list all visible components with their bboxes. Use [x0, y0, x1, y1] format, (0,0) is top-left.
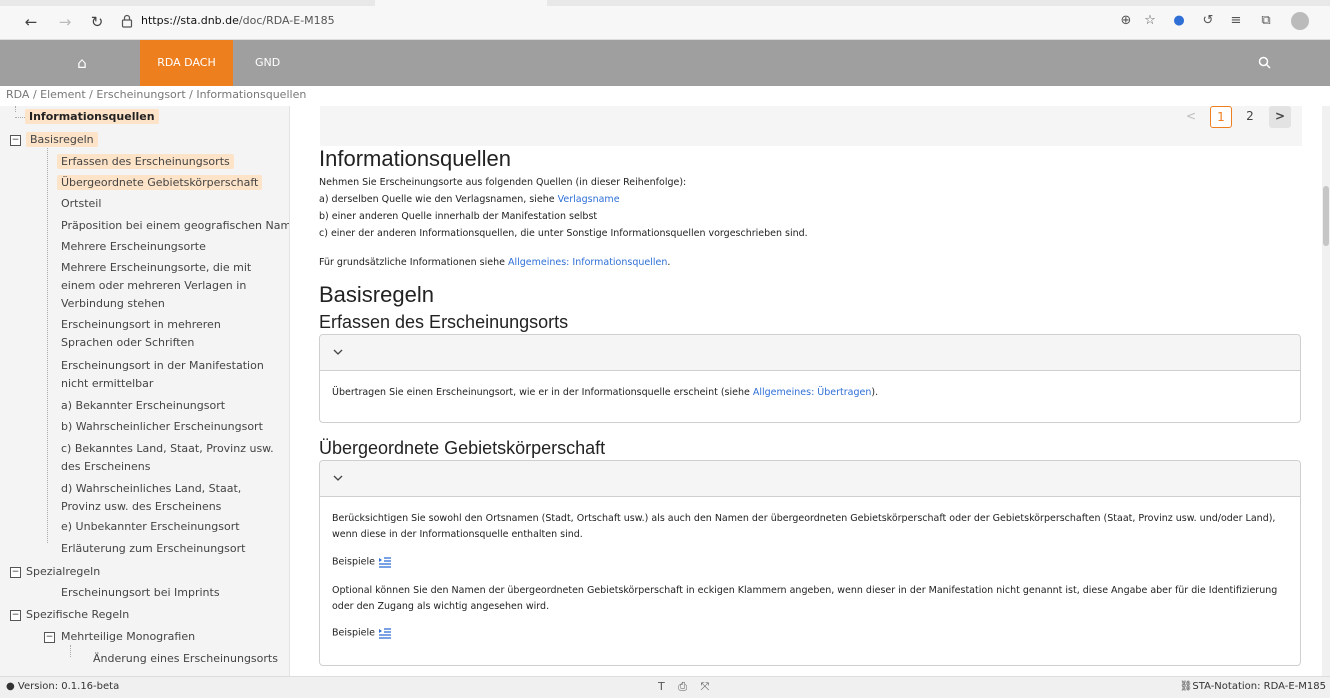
scrollbar-thumb[interactable] — [1323, 186, 1329, 246]
collapse-toggle-icon[interactable]: − — [10, 610, 21, 621]
erfassen-panel: Übertragen Sie einen Erscheinungsort, wi… — [319, 334, 1301, 423]
tree-line — [70, 645, 71, 657]
lock-icon — [121, 14, 133, 28]
collapse-toggle-icon[interactable]: − — [10, 567, 21, 578]
intro-text: Nehmen Sie Erscheinungsorte aus folgende… — [319, 177, 687, 188]
source-line-c: c) einer der anderen Informationsquellen… — [319, 228, 808, 239]
tree-line — [47, 148, 48, 543]
erfassen-heading: Erfassen des Erscheinungsorts — [319, 312, 569, 332]
back-icon[interactable]: ← — [22, 13, 40, 31]
sidebar-item-sprachen[interactable]: Erscheinungsort in mehreren Sprachen ode… — [61, 316, 276, 352]
uebergeordnete-heading: Übergeordnete Gebietskörperschaft — [319, 438, 606, 458]
basisregeln-heading: Basisregeln — [319, 282, 434, 307]
sidebar-item-mehrere[interactable]: Mehrere Erscheinungsorte — [61, 237, 206, 257]
sidebar-item-nicht-ermittelbar[interactable]: Erscheinungsort in der Manifestation nic… — [61, 357, 276, 393]
sidebar-item-unbekannter[interactable]: e) Unbekannter Erscheinungsort — [61, 517, 240, 537]
chevron-down-icon[interactable] — [332, 346, 344, 358]
forward-icon[interactable]: → — [56, 13, 74, 31]
sidebar-item-wahrscheinlicher[interactable]: b) Wahrscheinlicher Erscheinungsort — [61, 417, 263, 437]
collapse-toggle-icon[interactable]: − — [10, 135, 21, 146]
link-icon: ⛓ — [1179, 681, 1193, 692]
erfassen-text: Übertragen Sie einen Erscheinungsort, wi… — [332, 387, 879, 398]
zoom-icon[interactable]: ⊕ — [1117, 12, 1135, 30]
refresh-extension-icon[interactable]: ↺ — [1199, 12, 1217, 30]
reload-icon[interactable]: ↻ — [88, 13, 106, 31]
status-tools: T ⎙ ⤧ — [658, 680, 719, 694]
sidebar-item-spezifische-regeln[interactable]: Spezifische Regeln — [26, 605, 129, 625]
sidebar-item-bekanntes-land[interactable]: c) Bekanntes Land, Staat, Provinz usw. d… — [61, 440, 276, 476]
pager-page-1[interactable]: 1 — [1210, 106, 1232, 128]
general-info: Für grundsätzliche Informationen siehe A… — [319, 257, 671, 268]
uebergeordnete-text-2: Optional können Sie den Namen der überge… — [332, 585, 1278, 612]
sidebar-item-basisregeln[interactable]: Basisregeln — [26, 130, 98, 150]
url-path: /doc/RDA-E-M185 — [238, 14, 335, 27]
uebergeordnete-panel: Berücksichtigen Sie sowohl den Ortsnamen… — [319, 460, 1301, 666]
sidebar-item-spezialregeln[interactable]: Spezialregeln — [26, 562, 100, 582]
favorites-list-icon[interactable]: ≡ — [1227, 12, 1245, 30]
source-line-b: b) einer anderen Quelle innerhalb der Ma… — [319, 211, 598, 222]
sidebar-item-mehrteilige[interactable]: Mehrteilige Monografien — [61, 627, 195, 647]
print-icon[interactable]: ⎙ — [678, 680, 687, 693]
list-indent-icon[interactable] — [378, 627, 392, 639]
fullscreen-icon[interactable]: ⤧ — [701, 680, 710, 693]
sidebar-item-uebergeordnete[interactable]: Übergeordnete Gebietskörperschaft — [57, 173, 263, 193]
tree-line — [15, 106, 16, 112]
address-bar[interactable]: https://sta.dnb.de/doc/RDA-E-M185 — [141, 14, 335, 27]
list-indent-icon[interactable] — [378, 556, 392, 568]
sidebar-item-mehrere-verlagen[interactable]: Mehrere Erscheinungsorte, die mit einem … — [61, 259, 276, 313]
sidebar-item-erfassen[interactable]: Erfassen des Erscheinungsorts — [57, 152, 234, 172]
sidebar-item-ortsteil[interactable]: Ortsteil — [61, 194, 101, 214]
sidebar-item-erlaeuterung[interactable]: Erläuterung zum Erscheinungsort — [61, 539, 245, 559]
version-info[interactable]: ● Version: 0.1.16-beta — [6, 681, 119, 692]
uebergeordnete-text-1: Berücksichtigen Sie sowohl den Ortsnamen… — [332, 513, 1276, 540]
nav-rda-dach[interactable]: RDA DACH — [140, 40, 233, 86]
beispiele-toggle[interactable]: Beispiele — [332, 627, 392, 639]
breadcrumb[interactable]: RDA / Element / Erscheinungsort / Inform… — [6, 88, 306, 101]
pager-prev-button[interactable]: < — [1180, 106, 1202, 128]
font-size-icon[interactable]: T — [658, 680, 665, 693]
favorite-icon[interactable]: ☆ — [1141, 12, 1159, 30]
active-tab[interactable] — [375, 0, 547, 6]
collections-icon[interactable]: ⧉ — [1257, 12, 1275, 30]
url-domain: https://sta.dnb.de — [141, 14, 239, 27]
sidebar-tree: Informationsquellen − Basisregeln Erfass… — [0, 106, 290, 676]
profile-avatar-icon[interactable] — [1291, 12, 1309, 30]
tab-strip — [0, 0, 1330, 6]
home-icon[interactable]: ⌂ — [67, 40, 97, 86]
tree-line — [15, 117, 25, 118]
allgemeines-uebertragen-link[interactable]: Allgemeines: Übertragen — [753, 387, 872, 398]
search-icon[interactable] — [1256, 54, 1274, 72]
panel-header[interactable] — [320, 461, 1300, 497]
source-line-a: a) derselben Quelle wie den Verlagsnamen… — [319, 194, 620, 205]
main-content: < 1 2 > Informationsquellen Nehmen Sie E… — [290, 106, 1330, 676]
page-scrollbar[interactable] — [1322, 106, 1330, 676]
verlagsname-link[interactable]: Verlagsname — [558, 194, 620, 205]
github-icon: ● — [6, 681, 15, 692]
chevron-down-icon[interactable] — [332, 472, 344, 484]
pager-next-button[interactable]: > — [1269, 106, 1291, 128]
sidebar-item-imprints[interactable]: Erscheinungsort bei Imprints — [61, 583, 220, 603]
site-header: ⌂ RDA DACH GND — [0, 40, 1330, 86]
page-title: Informationsquellen — [319, 146, 512, 171]
sidebar-item-bekannter[interactable]: a) Bekannter Erscheinungsort — [61, 396, 225, 416]
status-bar: ● Version: 0.1.16-beta T ⎙ ⤧ ⛓STA-Notati… — [0, 676, 1330, 698]
browser-toolbar: ← → ↻ https://sta.dnb.de/doc/RDA-E-M185 … — [0, 0, 1330, 40]
sidebar-item-informationsquellen[interactable]: Informationsquellen — [25, 107, 159, 127]
allgemeines-informationsquellen-link[interactable]: Allgemeines: Informationsquellen — [508, 257, 667, 268]
sidebar-item-aenderung[interactable]: Änderung eines Erscheinungsorts — [93, 649, 278, 669]
sidebar-item-praeposition[interactable]: Präposition bei einem geografischen Name… — [61, 216, 289, 236]
pager-bar: < 1 2 > — [320, 106, 1302, 146]
collapse-toggle-icon[interactable]: − — [44, 632, 55, 643]
pager-page-2[interactable]: 2 — [1239, 106, 1261, 128]
beispiele-toggle[interactable]: Beispiele — [332, 556, 392, 568]
sidebar-item-wahrscheinliches-land[interactable]: d) Wahrscheinliches Land, Staat, Provinz… — [61, 480, 281, 516]
extension-icon[interactable]: ● — [1170, 12, 1188, 30]
nav-gnd[interactable]: GND — [255, 40, 305, 86]
panel-header[interactable] — [320, 335, 1300, 371]
sta-notation[interactable]: ⛓STA-Notation: RDA-E-M185 — [1180, 681, 1326, 692]
